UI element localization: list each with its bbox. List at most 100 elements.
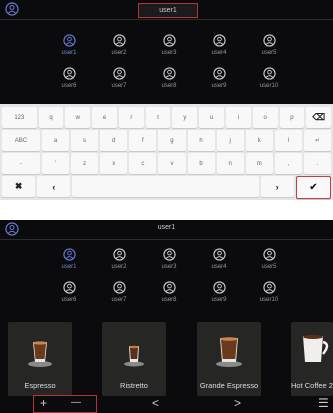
- user-circle-icon[interactable]: [5, 2, 19, 16]
- key[interactable]: ': [41, 153, 70, 174]
- prev-page-button[interactable]: <: [152, 395, 159, 411]
- confirm-key[interactable]: ✔: [295, 176, 332, 199]
- key[interactable]: ,: [274, 153, 302, 174]
- user-tile[interactable]: user1: [44, 30, 94, 63]
- key[interactable]: ABC: [2, 130, 40, 151]
- key[interactable]: q: [38, 107, 64, 128]
- key[interactable]: o: [252, 107, 278, 128]
- space-key[interactable]: [72, 176, 259, 197]
- user-tile[interactable]: user6: [44, 277, 94, 310]
- user-name: user4: [211, 50, 227, 56]
- key[interactable]: v: [158, 153, 186, 174]
- user-tile[interactable]: user5: [244, 30, 294, 63]
- user-avatar-icon: [62, 281, 76, 294]
- key[interactable]: a: [41, 130, 70, 151]
- user-name: user6: [61, 83, 77, 89]
- product-tile-hot-coffee-2[interactable]: Hot Coffee 2: [291, 322, 333, 396]
- ristretto-cup-icon: [124, 345, 144, 367]
- product-label: Espresso: [24, 381, 56, 390]
- grande-espresso-cup-icon: [216, 337, 242, 367]
- user-tile[interactable]: user8: [144, 63, 194, 96]
- key[interactable]: z: [71, 153, 99, 174]
- user-tile[interactable]: user9: [194, 63, 244, 96]
- user-name: user5: [261, 264, 277, 270]
- key[interactable]: e: [92, 107, 117, 128]
- product-tile-espresso[interactable]: Espresso: [8, 322, 72, 396]
- user-avatar-icon: [262, 67, 276, 80]
- product-label: Grande Espresso: [199, 381, 259, 390]
- key[interactable]: h: [187, 130, 215, 151]
- product-tile-ristretto[interactable]: Ristretto: [102, 322, 166, 396]
- user-tile[interactable]: user4: [194, 30, 244, 63]
- key[interactable]: b: [187, 153, 215, 174]
- on-screen-keyboard: 123 q w e r t y u i o p ⌫ ABC a s d f g h j k l ↵ - ' z x c v b n m,.…: [0, 104, 333, 200]
- key[interactable]: u: [199, 107, 225, 128]
- user-tile[interactable]: user9: [194, 277, 244, 310]
- key[interactable]: g: [158, 130, 186, 151]
- user-avatar-icon: [62, 248, 76, 261]
- user-avatar-icon: [212, 67, 226, 80]
- enter-key[interactable]: ↵: [303, 130, 332, 151]
- user-tile[interactable]: user1: [44, 244, 94, 277]
- user-tile[interactable]: user3: [144, 244, 194, 277]
- menu-button[interactable]: ☰: [318, 395, 329, 411]
- next-page-button[interactable]: >: [234, 395, 241, 411]
- key[interactable]: l: [274, 130, 302, 151]
- user-tile[interactable]: user2: [94, 244, 144, 277]
- key[interactable]: m: [245, 153, 273, 174]
- user-name: user1: [61, 50, 77, 56]
- user-avatar-icon: [112, 34, 126, 47]
- user-avatar-icon: [262, 34, 276, 47]
- backspace-key[interactable]: ⌫: [306, 107, 332, 128]
- hot-coffee-cup-icon: [303, 335, 329, 362]
- user-tile[interactable]: user3: [144, 30, 194, 63]
- user-avatar-icon: [162, 281, 176, 294]
- product-list: Espresso Ristretto Grande Espresso Hot C…: [0, 318, 333, 396]
- user-tile[interactable]: user10: [244, 63, 294, 96]
- username-input[interactable]: user1: [138, 3, 198, 18]
- user-avatar-icon: [262, 281, 276, 294]
- cursor-left-key[interactable]: ‹: [37, 176, 71, 197]
- key[interactable]: c: [129, 153, 157, 174]
- user-tile[interactable]: user10: [244, 277, 294, 310]
- user-tile[interactable]: user4: [194, 244, 244, 277]
- user-tile[interactable]: user7: [94, 63, 144, 96]
- user-name: user2: [111, 264, 127, 270]
- key[interactable]: i: [226, 107, 251, 128]
- key[interactable]: .: [303, 153, 332, 174]
- user-name: user5: [261, 50, 277, 56]
- cursor-right-key[interactable]: ›: [260, 176, 294, 197]
- user-tile[interactable]: user2: [94, 30, 144, 63]
- user-name: user8: [161, 297, 177, 303]
- key[interactable]: p: [279, 107, 305, 128]
- key[interactable]: 123: [2, 107, 37, 128]
- key[interactable]: f: [129, 130, 157, 151]
- user-name: user7: [111, 297, 127, 303]
- user-tile[interactable]: user6: [44, 63, 94, 96]
- key[interactable]: t: [145, 107, 171, 128]
- key[interactable]: s: [71, 130, 99, 151]
- key[interactable]: y: [172, 107, 198, 128]
- user-avatar-icon: [112, 248, 126, 261]
- current-user-title: user1: [157, 224, 176, 231]
- key[interactable]: -: [2, 153, 40, 174]
- key[interactable]: n: [216, 153, 244, 174]
- cancel-key[interactable]: ✖: [2, 176, 36, 197]
- minus-button[interactable]: —: [71, 395, 81, 411]
- plus-button[interactable]: +: [40, 395, 47, 411]
- user-name: user9: [211, 297, 227, 303]
- key[interactable]: k: [245, 130, 273, 151]
- user-tile[interactable]: user8: [144, 277, 194, 310]
- user-tile[interactable]: user5: [244, 244, 294, 277]
- key[interactable]: x: [100, 153, 128, 174]
- key[interactable]: r: [118, 107, 144, 128]
- user-tile[interactable]: user7: [94, 277, 144, 310]
- product-tile-grande-espresso[interactable]: Grande Espresso: [197, 322, 261, 396]
- key[interactable]: w: [65, 107, 91, 128]
- user-name: user8: [161, 83, 177, 89]
- top-bar: user1: [0, 0, 333, 19]
- bottom-bar: + — < > ☰: [0, 394, 333, 413]
- user-select-keyboard-screen: user1 user1 user2 user3 user4 user5 user6 user…: [0, 0, 333, 200]
- key[interactable]: d: [100, 130, 128, 151]
- key[interactable]: j: [216, 130, 244, 151]
